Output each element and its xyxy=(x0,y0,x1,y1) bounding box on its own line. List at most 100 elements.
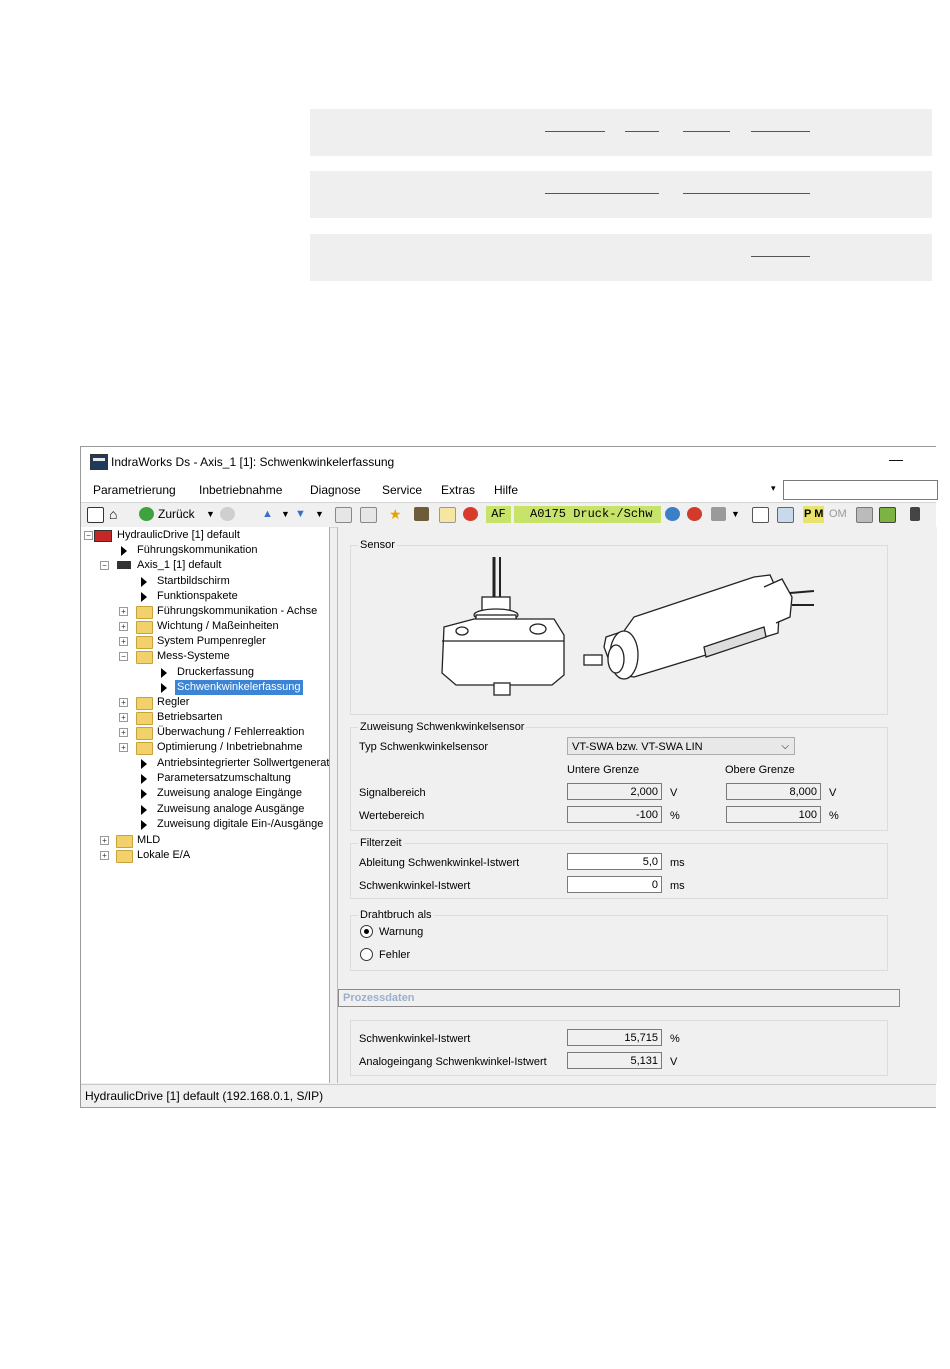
device-dropdown-icon[interactable]: ▼ xyxy=(731,506,740,523)
signal-upper-field[interactable]: 8,000 xyxy=(726,783,821,800)
chevron-down-icon[interactable]: ▾ xyxy=(771,483,776,494)
error-radio[interactable] xyxy=(360,948,373,961)
stop-icon[interactable] xyxy=(687,507,702,521)
header-band-3 xyxy=(310,234,932,281)
app-window: IndraWorks Ds - Axis_1 [1]: Schwenkwinke… xyxy=(80,446,938,1108)
warning-label: Warnung xyxy=(379,926,424,938)
tree-item-sollwertgenerator[interactable]: Antriebsintegrierter Sollwertgenerat xyxy=(157,756,329,771)
tree-axis[interactable]: Axis_1 [1] default xyxy=(137,558,221,573)
status-bar: HydraulicDrive [1] default (192.168.0.1,… xyxy=(81,1084,936,1107)
tree-item-schwenkwinkelerfassung[interactable]: Schwenkwinkelerfassung xyxy=(175,680,303,695)
folder-icon xyxy=(116,850,133,863)
drive-icon xyxy=(94,530,112,542)
signal-upper-unit: V xyxy=(829,787,837,799)
tree-item-ueberwachung[interactable]: Überwachung / Fehlerreaktion xyxy=(157,725,304,740)
tree-item-parametersatz[interactable]: Parametersatzumschaltung xyxy=(157,771,291,786)
collapse-icon[interactable]: − xyxy=(84,531,93,540)
tree-item-startbildschirm[interactable]: Startbildschirm xyxy=(157,574,230,589)
content-panel: Sensor Zuweisung Schwenkwinkelsensor Typ… xyxy=(337,527,937,1083)
tree-item-fuehrung-achse[interactable]: Führungskommunikation - Achse xyxy=(157,604,317,619)
up-dropdown-icon[interactable]: ▼ xyxy=(281,506,290,523)
sensor-type-select[interactable]: VT-SWA bzw. VT-SWA LIN ⌵ xyxy=(567,737,795,755)
tree-mld[interactable]: MLD xyxy=(137,833,160,848)
tree-lokale-ea[interactable]: Lokale E/A xyxy=(137,848,190,863)
tree-item-analoge-ausgaenge[interactable]: Zuweisung analoge Ausgänge xyxy=(157,802,304,817)
expand-icon[interactable]: + xyxy=(119,607,128,616)
expand-icon[interactable]: + xyxy=(119,637,128,646)
expand-icon[interactable]: + xyxy=(100,836,109,845)
expand-icon[interactable]: + xyxy=(119,713,128,722)
down-dropdown-icon[interactable]: ▼ xyxy=(315,506,324,523)
search-input[interactable] xyxy=(783,480,938,500)
tree-item-funktionspakete[interactable]: Funktionspakete xyxy=(157,589,238,604)
panel-icon[interactable] xyxy=(910,507,920,521)
leaf-icon xyxy=(141,577,147,587)
wirebreak-group xyxy=(350,915,888,971)
tree-item-wichtung[interactable]: Wichtung / Maßeinheiten xyxy=(157,619,279,634)
device-icon[interactable] xyxy=(711,507,726,521)
back-dropdown-icon[interactable]: ▼ xyxy=(206,506,215,523)
connection-status: HydraulicDrive [1] default (192.168.0.1,… xyxy=(85,1089,324,1103)
process-actual-field[interactable]: 15,715 xyxy=(567,1029,662,1046)
error-star-icon[interactable] xyxy=(463,507,478,521)
back-button[interactable]: Zurück xyxy=(158,506,195,523)
folder-icon xyxy=(136,727,153,740)
analog-input-field[interactable]: 5,131 xyxy=(567,1052,662,1069)
expand-icon[interactable]: + xyxy=(119,743,128,752)
expand-icon[interactable]: + xyxy=(119,698,128,707)
process-data-header: Prozessdaten xyxy=(338,989,900,1007)
pm-button[interactable]: P M xyxy=(803,506,825,523)
sync-icon[interactable] xyxy=(879,507,896,523)
globe-icon[interactable] xyxy=(665,507,680,521)
parameter-list-icon[interactable] xyxy=(360,507,377,523)
value-lower-field[interactable]: -100 xyxy=(567,806,662,823)
back-arrow-icon[interactable] xyxy=(139,507,154,521)
expand-icon[interactable]: + xyxy=(119,728,128,737)
tree-item-optimierung[interactable]: Optimierung / Inbetriebnahme xyxy=(157,740,303,755)
tree-item-mess-systeme[interactable]: Mess-Systeme xyxy=(157,649,230,664)
printer-icon[interactable] xyxy=(777,507,794,523)
actual-filter-field[interactable]: 0 xyxy=(567,876,662,893)
tree-item-digitale-io[interactable]: Zuweisung digitale Ein-/Ausgänge xyxy=(157,817,323,832)
warning-radio[interactable] xyxy=(360,925,373,938)
home-icon[interactable]: ⌂ xyxy=(109,506,117,523)
folder-icon xyxy=(136,636,153,649)
oscilloscope-icon[interactable] xyxy=(752,507,769,523)
expand-icon[interactable]: + xyxy=(100,851,109,860)
menu-service[interactable]: Service xyxy=(382,483,422,497)
down-arrow-icon[interactable]: ▼ xyxy=(295,506,306,523)
parameter-icon[interactable] xyxy=(335,507,352,523)
analog-input-label: Analogeingang Schwenkwinkel-Istwert xyxy=(359,1056,547,1068)
derivative-field[interactable]: 5,0 xyxy=(567,853,662,870)
menu-inbetriebnahme[interactable]: Inbetriebnahme xyxy=(199,483,282,497)
expand-icon[interactable]: + xyxy=(119,622,128,631)
tree-item-analoge-eingaenge[interactable]: Zuweisung analoge Eingänge xyxy=(157,786,302,801)
menu-parametrierung[interactable]: Parametrierung xyxy=(93,483,176,497)
om-button[interactable]: OM xyxy=(829,506,847,523)
signal-lower-field[interactable]: 2,000 xyxy=(567,783,662,800)
tree-item-regler[interactable]: Regler xyxy=(157,695,189,710)
status-code-field: A0175 Druck-/Schw xyxy=(514,506,661,523)
menu-diagnose[interactable]: Diagnose xyxy=(310,483,361,497)
process-actual-unit: % xyxy=(670,1033,680,1045)
table-icon[interactable] xyxy=(439,507,456,523)
binoculars-icon[interactable] xyxy=(414,507,429,521)
tree-item-pumpenregler[interactable]: System Pumpenregler xyxy=(157,634,266,649)
star-icon[interactable]: ★ xyxy=(389,506,402,523)
grid-icon[interactable] xyxy=(856,507,873,523)
tree-item-druckerfassung[interactable]: Druckerfassung xyxy=(177,665,254,680)
menu-extras[interactable]: Extras xyxy=(441,483,475,497)
collapse-icon[interactable]: − xyxy=(119,652,128,661)
tree-item-betriebsarten[interactable]: Betriebsarten xyxy=(157,710,222,725)
menu-hilfe[interactable]: Hilfe xyxy=(494,483,518,497)
forward-arrow-icon[interactable] xyxy=(220,507,235,521)
value-upper-field[interactable]: 100 xyxy=(726,806,821,823)
up-arrow-icon[interactable]: ▲ xyxy=(262,506,273,523)
collapse-icon[interactable]: − xyxy=(100,561,109,570)
tree-root[interactable]: HydraulicDrive [1] default xyxy=(117,528,240,543)
minimize-button[interactable]: — xyxy=(889,451,903,467)
window-title: IndraWorks Ds - Axis_1 [1]: Schwenkwinke… xyxy=(111,455,395,469)
tree-fuehrungskommunikation[interactable]: Führungskommunikation xyxy=(137,543,257,558)
window-icon[interactable] xyxy=(87,507,104,523)
leaf-icon xyxy=(141,774,147,784)
